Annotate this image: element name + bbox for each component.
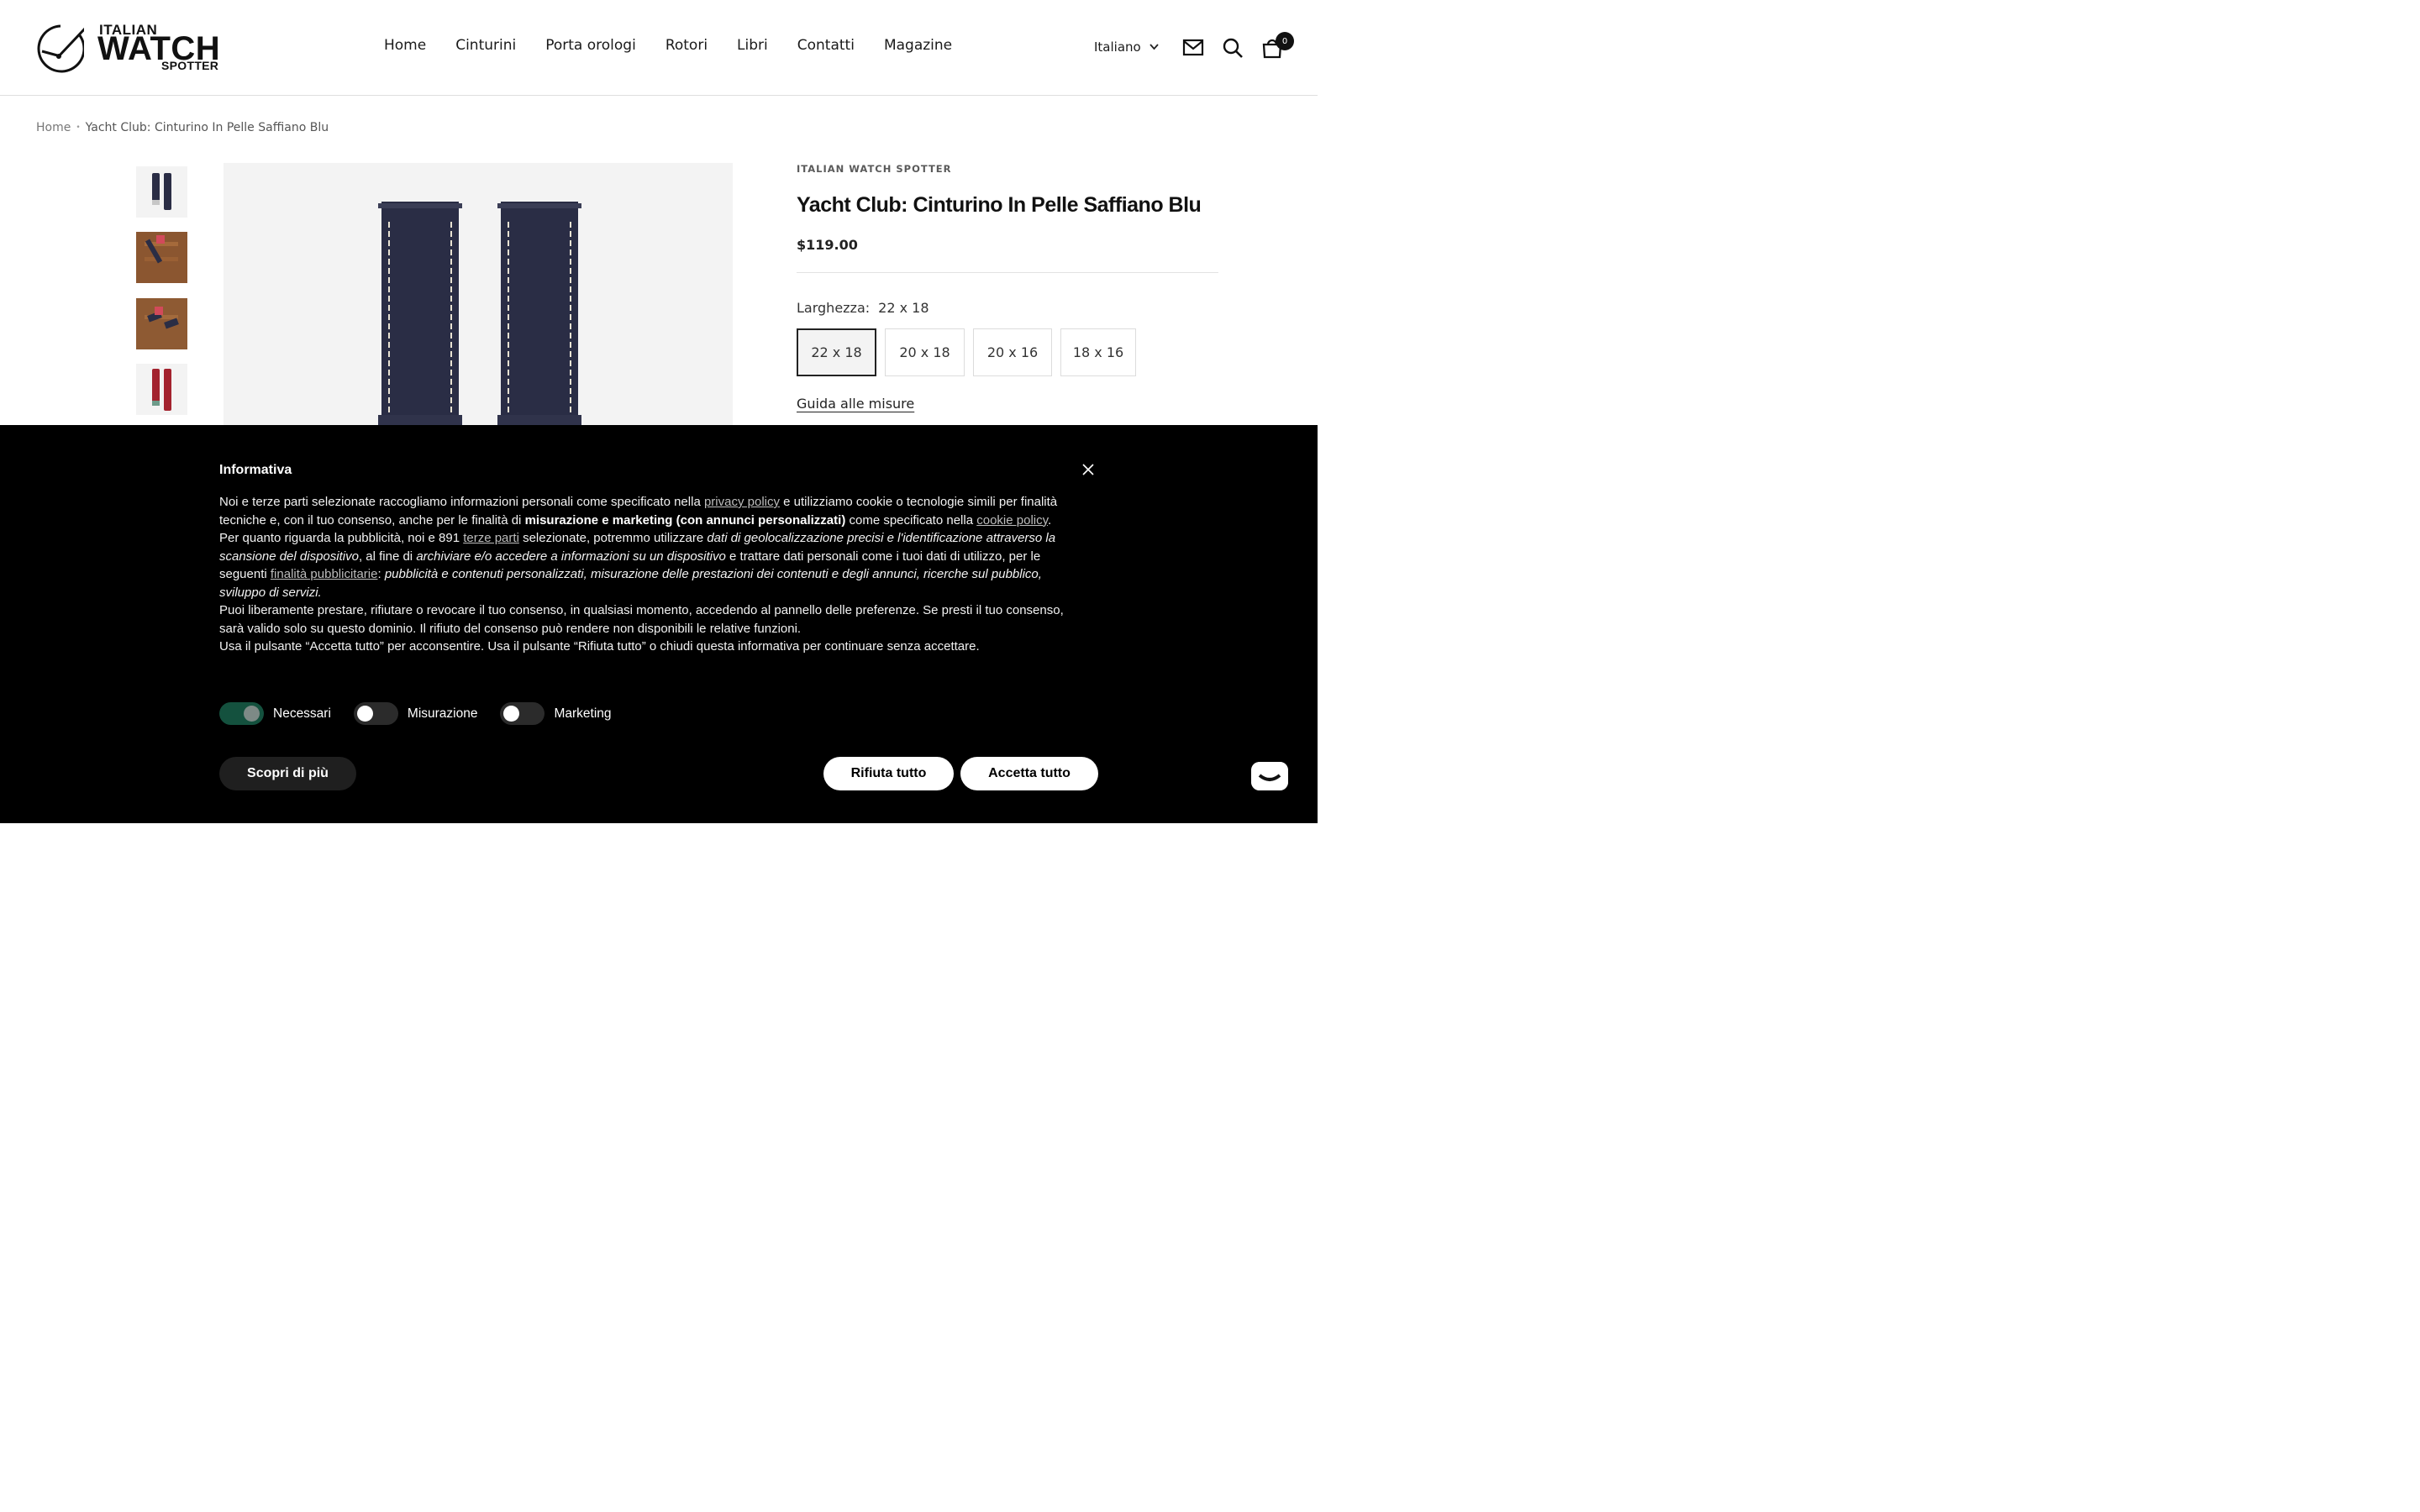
nav-magazine[interactable]: Magazine <box>884 37 952 54</box>
thumbnail-2[interactable] <box>136 232 187 283</box>
toggle-knob <box>503 706 520 722</box>
toggle-switch-off[interactable] <box>500 702 545 725</box>
logo-word-spotter: SPOTTER <box>161 59 219 72</box>
breadcrumb-current: Yacht Club: Cinturino In Pelle Saffiano … <box>85 121 329 134</box>
breadcrumb-separator: • <box>76 123 81 132</box>
cookie-banner: Informativa Noi e terze parti selezionat… <box>0 425 1318 823</box>
learn-more-button[interactable]: Scopri di più <box>219 757 356 790</box>
text-segment: . <box>1048 512 1052 528</box>
toggle-label: Necessari <box>273 706 331 721</box>
text-bold-segment: misurazione e marketing (con annunci per… <box>524 512 846 528</box>
text-segment: come specificato nella <box>845 512 977 528</box>
site-logo[interactable]: ITALIAN WATCH SPOTTER <box>35 22 229 74</box>
accept-all-button[interactable]: Accetta tutto <box>960 757 1098 790</box>
product-title: Yacht Club: Cinturino In Pelle Saffiano … <box>797 193 1202 217</box>
cart-count-badge: 0 <box>1276 32 1294 50</box>
breadcrumb: Home • Yacht Club: Cinturino In Pelle Sa… <box>36 121 329 134</box>
size-option-20x16[interactable]: 20 x 16 <box>973 328 1052 376</box>
option-name: Larghezza: <box>797 300 871 316</box>
toggle-label: Misurazione <box>407 706 478 721</box>
consent-toggles: Necessari Misurazione Marketing <box>219 702 634 725</box>
nav-cinturini[interactable]: Cinturini <box>455 37 516 54</box>
cookie-banner-title: Informativa <box>219 463 292 477</box>
clock-logo-icon <box>37 24 84 73</box>
nav-libri[interactable]: Libri <box>737 37 768 54</box>
site-header: ITALIAN WATCH SPOTTER Home Cinturini Por… <box>0 0 1318 96</box>
text-segment: Per quanto riguarda la pubblicità, noi e… <box>219 531 464 545</box>
text-segment: : <box>377 567 385 581</box>
search-icon[interactable] <box>1222 37 1244 59</box>
thumbnail-3[interactable] <box>136 298 187 349</box>
option-selected-value: 22 x 18 <box>878 300 929 316</box>
text-segment: , al fine di <box>358 549 417 564</box>
toggle-switch-on[interactable] <box>219 702 264 725</box>
cookie-paragraph-3: Puoi liberamente prestare, rifiutare o r… <box>219 603 1064 636</box>
nav-contatti[interactable]: Contatti <box>797 37 855 54</box>
reject-all-button[interactable]: Rifiuta tutto <box>823 757 954 790</box>
chat-icon[interactable] <box>1251 762 1288 790</box>
cookie-policy-link[interactable]: cookie policy <box>976 513 1048 528</box>
nav-porta-orologi[interactable]: Porta orologi <box>545 37 636 54</box>
size-option-22x18[interactable]: 22 x 18 <box>797 328 876 376</box>
privacy-policy-link[interactable]: privacy policy <box>704 495 780 509</box>
chevron-down-icon <box>1150 44 1159 50</box>
text-segment: selezionate, potremmo utilizzare <box>518 531 708 545</box>
advertising-purposes-link[interactable]: finalità pubblicitarie <box>271 567 378 581</box>
language-selector[interactable]: Italiano <box>1094 39 1159 55</box>
nav-home[interactable]: Home <box>384 37 426 54</box>
size-guide-link[interactable]: Guida alle misure <box>797 396 914 412</box>
option-label: Larghezza: 22 x 18 <box>797 300 929 316</box>
thumbnail-1[interactable] <box>136 166 187 218</box>
text-segment: Noi e terze parti selezionate raccogliam… <box>219 495 704 509</box>
third-parties-link[interactable]: terze parti <box>463 531 519 545</box>
toggle-misurazione[interactable]: Misurazione <box>353 702 478 725</box>
size-selector: 22 x 18 20 x 18 20 x 16 18 x 16 <box>797 328 1136 376</box>
size-option-18x16[interactable]: 18 x 16 <box>1060 328 1136 376</box>
divider <box>797 272 1218 273</box>
nav-rotori[interactable]: Rotori <box>666 37 708 54</box>
toggle-marketing[interactable]: Marketing <box>500 702 612 725</box>
product-vendor[interactable]: ITALIAN WATCH SPOTTER <box>797 163 952 175</box>
language-label: Italiano <box>1094 39 1141 55</box>
cookie-paragraph-4: Usa il pulsante “Accetta tutto” per acco… <box>219 639 980 654</box>
text-italic-segment: archiviare e/o accedere a informazioni s… <box>416 549 726 564</box>
breadcrumb-home[interactable]: Home <box>36 121 71 134</box>
thumbnail-4[interactable] <box>136 364 187 415</box>
cookie-banner-text: Noi e terze parti selezionate raccogliam… <box>219 493 1076 656</box>
size-option-20x18[interactable]: 20 x 18 <box>885 328 965 376</box>
strap-image <box>378 202 581 432</box>
toggle-knob <box>356 706 373 722</box>
toggle-necessari[interactable]: Necessari <box>219 702 331 725</box>
cookie-paragraph-1: Noi e terze parti selezionate raccogliam… <box>219 493 1076 529</box>
product-price: $119.00 <box>797 237 858 253</box>
close-icon[interactable] <box>1082 464 1094 475</box>
toggle-switch-off[interactable] <box>353 702 398 725</box>
toggle-label: Marketing <box>554 706 612 721</box>
product-main-image[interactable] <box>224 163 733 432</box>
mail-icon[interactable] <box>1182 37 1204 59</box>
cookie-paragraph-2: Per quanto riguarda la pubblicità, noi e… <box>219 529 1076 601</box>
main-nav: Home Cinturini Porta orologi Rotori Libr… <box>384 37 952 54</box>
toggle-knob <box>244 706 260 722</box>
